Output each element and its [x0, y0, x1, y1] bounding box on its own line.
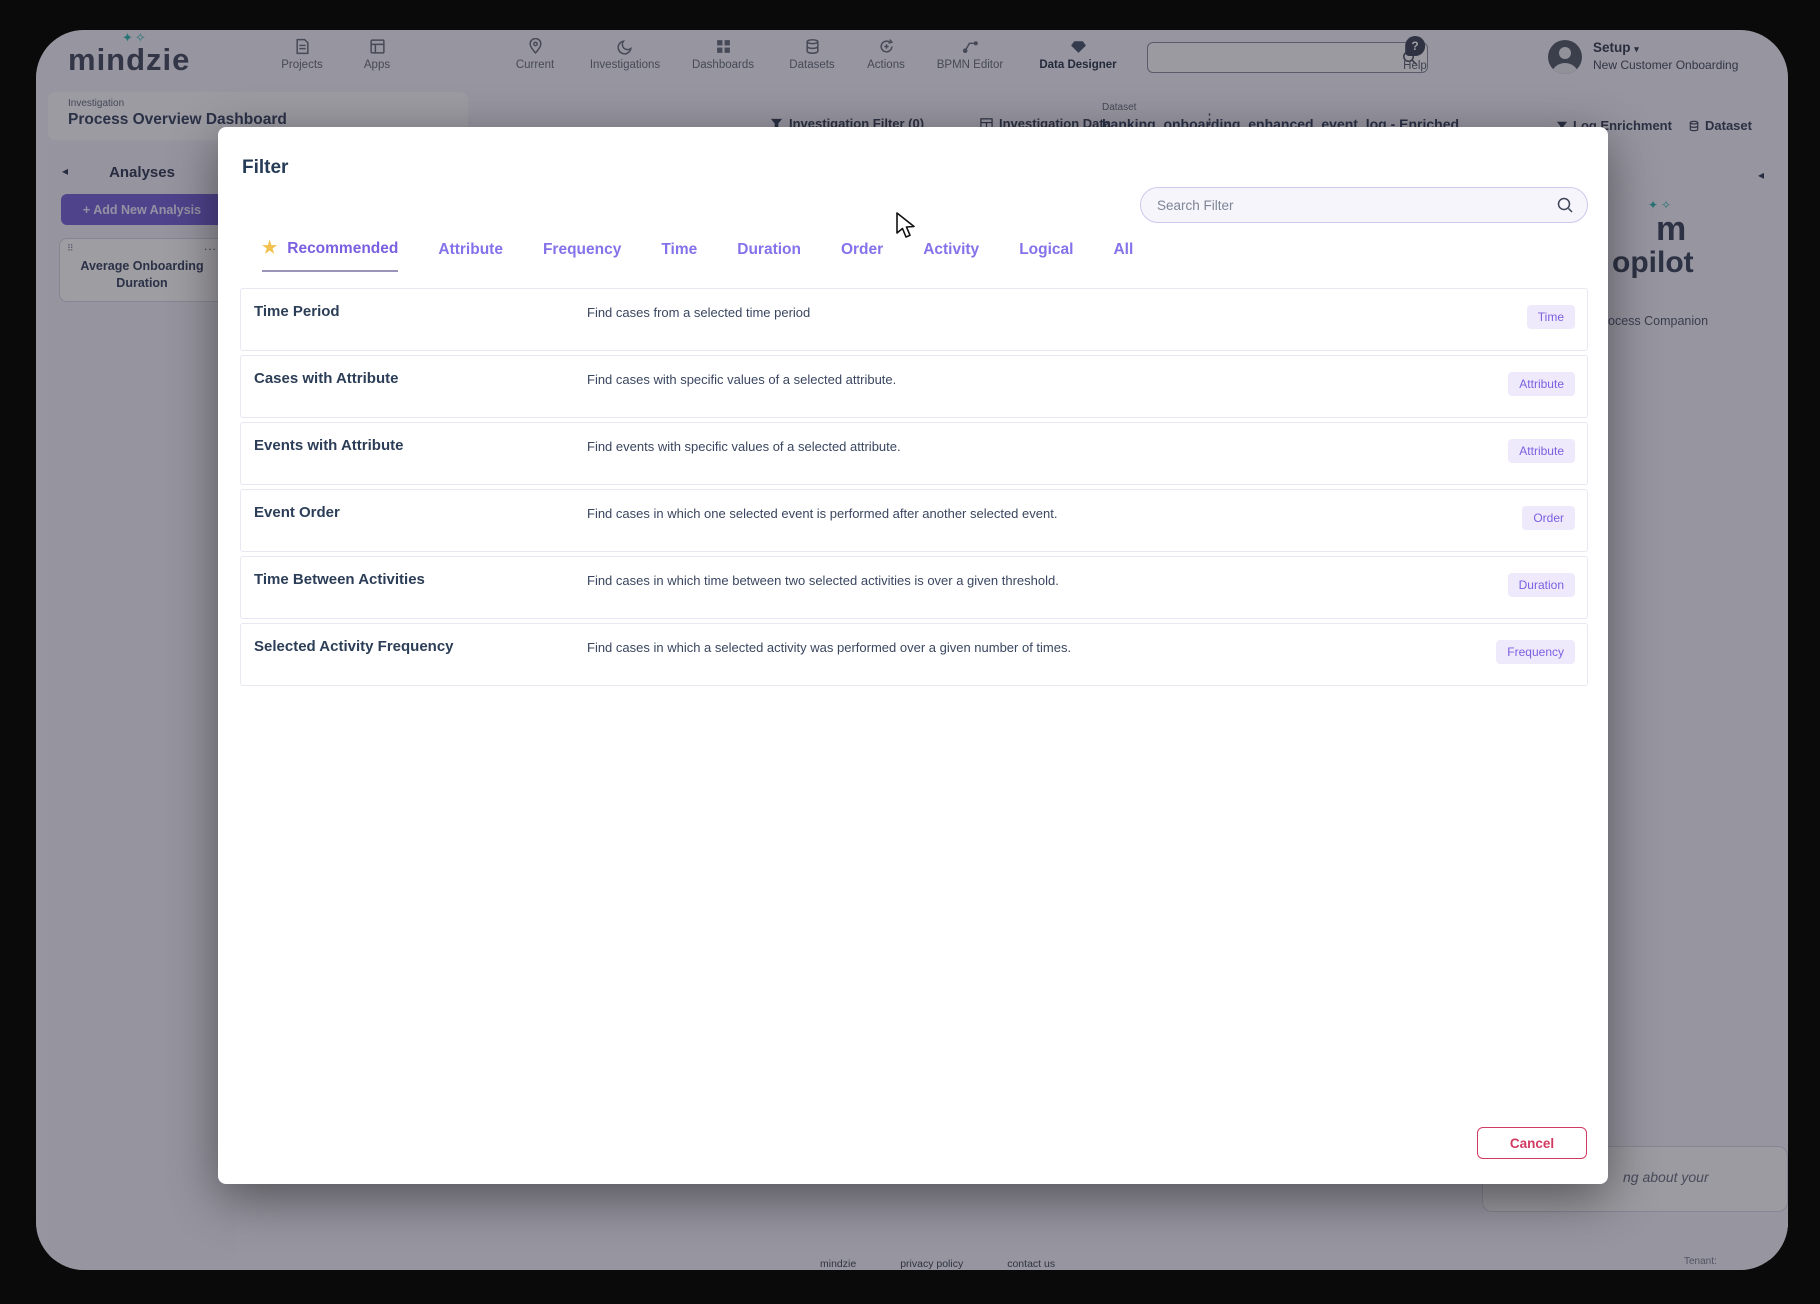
modal-title: Filter	[242, 157, 288, 179]
filter-row-time-between-activities[interactable]: Time Between Activities Find cases in wh…	[240, 556, 1588, 619]
category-badge: Order	[1522, 506, 1575, 530]
tab-time[interactable]: Time	[661, 241, 697, 271]
category-badge: Frequency	[1496, 640, 1575, 664]
filter-row-time-period[interactable]: Time Period Find cases from a selected t…	[240, 288, 1588, 351]
filter-row-event-order[interactable]: Event Order Find cases in which one sele…	[240, 489, 1588, 552]
filter-search-input[interactable]	[1140, 187, 1588, 223]
filter-list: Time Period Find cases from a selected t…	[240, 288, 1588, 690]
tab-duration[interactable]: Duration	[737, 241, 801, 271]
filter-row-events-with-attribute[interactable]: Events with Attribute Find events with s…	[240, 422, 1588, 485]
filter-row-selected-activity-frequency[interactable]: Selected Activity Frequency Find cases i…	[240, 623, 1588, 686]
category-badge: Duration	[1508, 573, 1575, 597]
tab-attribute[interactable]: Attribute	[438, 241, 503, 271]
search-icon	[1556, 196, 1574, 214]
star-icon: ★	[262, 239, 277, 258]
category-badge: Attribute	[1508, 372, 1575, 396]
filter-modal: Filter ★ Recommended Attribute Frequency…	[218, 127, 1608, 1184]
tab-order[interactable]: Order	[841, 241, 883, 271]
tab-all[interactable]: All	[1113, 241, 1133, 271]
category-badge: Time	[1527, 305, 1575, 329]
category-badge: Attribute	[1508, 439, 1575, 463]
tab-recommended[interactable]: ★ Recommended	[262, 239, 398, 272]
mouse-cursor	[895, 212, 921, 240]
tab-logical[interactable]: Logical	[1019, 241, 1073, 271]
filter-row-cases-with-attribute[interactable]: Cases with Attribute Find cases with spe…	[240, 355, 1588, 418]
tab-activity[interactable]: Activity	[923, 241, 979, 271]
cancel-button[interactable]: Cancel	[1477, 1127, 1587, 1159]
tab-frequency[interactable]: Frequency	[543, 241, 621, 271]
screen: mindzie ✦✧ Projects Apps Current Investi…	[0, 0, 1820, 1304]
filter-tabs: ★ Recommended Attribute Frequency Time D…	[262, 239, 1133, 272]
